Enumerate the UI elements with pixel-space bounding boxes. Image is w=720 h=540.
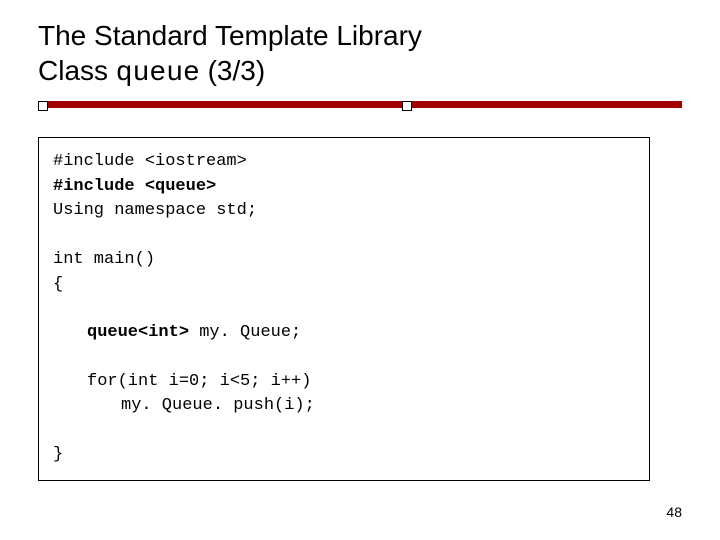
code-line-6-bold: queue<int> [87,323,189,342]
title-mono: queue [116,58,200,89]
blank-line-1 [53,224,635,248]
code-line-6-rest: my. Queue; [189,323,301,342]
title-line2-prefix: Class [38,55,116,86]
code-line-4: int main() [53,248,635,273]
title-line1: The Standard Template Library [38,20,422,51]
underline-box-right [402,101,412,111]
page-number: 48 [666,504,682,520]
code-line-2: #include <queue> [53,175,635,200]
code-line-3: Using namespace std; [53,199,635,224]
code-line-8: my. Queue. push(i); [53,394,635,419]
underline-box-left [38,101,48,111]
code-line-6: queue<int> my. Queue; [53,321,635,346]
blank-line-3 [53,346,635,370]
code-line-7: for(int i=0; i<5; i++) [53,370,635,395]
code-line-9: } [53,443,635,468]
slide-title: The Standard Template Library Class queu… [38,18,682,91]
blank-line-4 [53,419,635,443]
red-bar [38,101,682,108]
code-line-1: #include <iostream> [53,150,635,175]
title-line2-suffix: (3/3) [200,55,265,86]
blank-line-2 [53,297,635,321]
code-line-5: { [53,273,635,298]
title-underline [38,101,682,113]
code-block: #include <iostream> #include <queue> Usi… [38,137,650,481]
